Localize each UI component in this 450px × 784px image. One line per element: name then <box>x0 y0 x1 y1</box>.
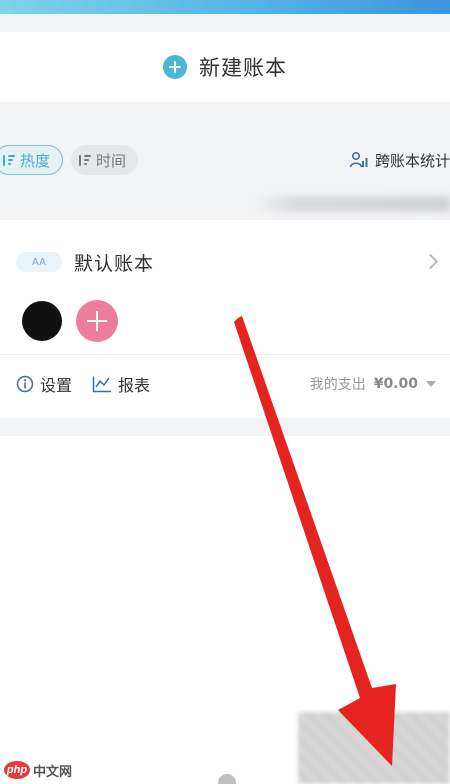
report-label: 报表 <box>118 376 151 395</box>
new-book-button[interactable]: 新建账本 <box>0 32 450 102</box>
settings-label: 设置 <box>40 376 73 395</box>
header-gradient-bar <box>0 0 450 14</box>
cross-book-stats-label: 跨账本统计 <box>374 151 450 170</box>
php-logo: php <box>4 761 30 779</box>
avatar[interactable] <box>22 301 62 341</box>
line-chart-icon <box>92 376 112 393</box>
sort-bar: 热度 时间 跨账本统计 <box>0 136 450 184</box>
watermark-text: 中文网 <box>33 763 73 779</box>
book-footer: 设置 报表 我的支出 ¥0.00 <box>16 370 436 398</box>
people-chart-icon <box>349 151 368 168</box>
blurred-region <box>298 712 450 784</box>
blurred-region <box>255 196 450 212</box>
report-button[interactable]: 报表 <box>92 372 150 396</box>
sort-icon <box>3 153 15 167</box>
cross-book-stats-button[interactable]: 跨账本统计 <box>349 136 450 184</box>
book-header[interactable]: AA 默认账本 <box>16 248 154 276</box>
book-card[interactable]: AA 默认账本 设置 报表 我的支出 ¥0.00 <box>0 220 450 418</box>
settings-button[interactable]: 设置 <box>16 372 72 396</box>
chevron-right-icon[interactable] <box>422 253 439 270</box>
sort-by-time-label: 时间 <box>96 151 127 170</box>
book-name: 默认账本 <box>74 252 155 275</box>
app-screen: 新建账本 热度 时间 跨账本统计 AA 默认账本 设置 报表 我的支出 ¥0.0… <box>0 0 450 784</box>
sort-icon <box>79 153 92 167</box>
expense-amount: ¥0.00 <box>373 376 418 392</box>
sort-by-hot-button[interactable]: 热度 <box>0 145 64 175</box>
caret-down-icon <box>426 381 436 387</box>
sort-by-time-button[interactable]: 时间 <box>71 145 139 175</box>
divider <box>0 354 450 355</box>
member-list <box>22 300 118 342</box>
watermark: php 中文网 <box>4 760 72 780</box>
expense-summary[interactable]: 我的支出 ¥0.00 <box>310 374 436 394</box>
sort-by-hot-label: 热度 <box>20 151 51 170</box>
info-circle-icon <box>16 375 34 393</box>
aa-badge: AA <box>16 252 62 272</box>
new-book-label: 新建账本 <box>199 56 287 80</box>
expense-label: 我的支出 <box>309 377 366 393</box>
add-member-button[interactable] <box>76 300 118 342</box>
plus-circle-icon <box>163 55 187 79</box>
